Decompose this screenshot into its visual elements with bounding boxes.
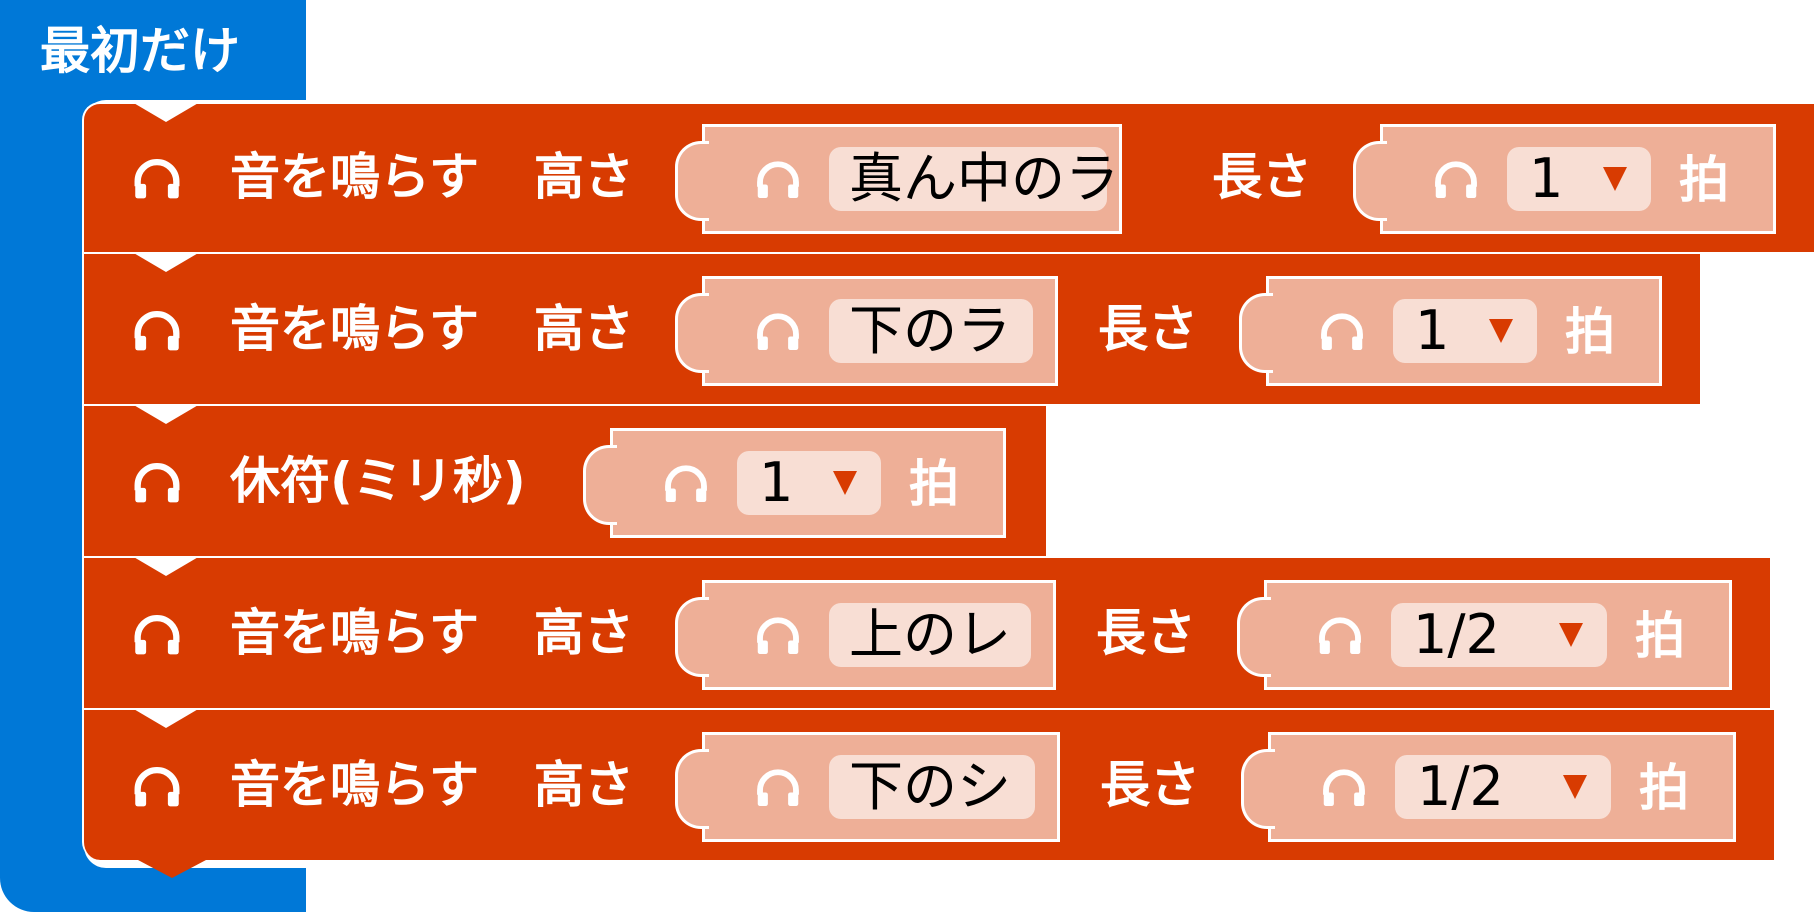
dropdown-arrow-icon[interactable] xyxy=(1489,319,1513,343)
headphones-icon xyxy=(757,769,799,806)
headphones-icon xyxy=(1435,161,1477,198)
block-label: 音を鳴らす xyxy=(230,756,479,814)
pitch-value: 下のラ xyxy=(849,299,1011,362)
pitch-reporter[interactable]: 下のシ xyxy=(675,732,1060,842)
length-dropdown[interactable]: 1 xyxy=(737,451,881,515)
beat-unit: 拍 xyxy=(1565,303,1615,361)
headphones-icon xyxy=(1319,617,1361,654)
pitch-value: 真ん中のラ xyxy=(849,147,1119,210)
length-value: 1/2 xyxy=(1417,755,1504,818)
block-label: 音を鳴らす xyxy=(230,604,479,662)
reporter-connector xyxy=(583,445,617,525)
pitch-label: 高さ xyxy=(534,604,634,662)
pitch-value-field[interactable]: 真ん中のラ xyxy=(829,147,1119,211)
headphones-icon xyxy=(134,463,180,503)
dropdown-arrow-icon[interactable] xyxy=(1603,167,1627,191)
pitch-label: 高さ xyxy=(534,300,634,358)
pitch-value-field[interactable]: 上のレ xyxy=(829,603,1031,667)
reporter-connector xyxy=(1353,141,1387,221)
headphones-icon xyxy=(134,615,180,655)
play-tone-block[interactable]: 音を鳴らす 高さ 真ん中のラ 長さ 1 拍 xyxy=(82,102,1814,252)
beat-unit: 拍 xyxy=(909,455,959,513)
headphones-icon xyxy=(1323,769,1365,806)
length-label: 長さ xyxy=(1100,756,1200,814)
block-notch xyxy=(132,102,200,122)
pitch-label: 高さ xyxy=(534,756,634,814)
dropdown-arrow-icon[interactable] xyxy=(833,471,857,495)
pitch-value-field[interactable]: 下のシ xyxy=(829,755,1035,819)
headphones-icon xyxy=(757,161,799,198)
reporter-connector xyxy=(1239,293,1273,373)
pitch-value-field[interactable]: 下のラ xyxy=(829,299,1033,363)
beat-unit: 拍 xyxy=(1679,151,1729,209)
length-dropdown[interactable]: 1/2 xyxy=(1395,755,1611,819)
dropdown-arrow-icon[interactable] xyxy=(1559,623,1583,647)
headphones-icon xyxy=(757,313,799,350)
length-dropdown[interactable]: 1/2 xyxy=(1391,603,1607,667)
on-start-block-title: 最初だけ xyxy=(40,22,240,80)
length-dropdown[interactable]: 1 xyxy=(1507,147,1651,211)
reporter-connector xyxy=(675,749,709,829)
pitch-reporter[interactable]: 下のラ xyxy=(675,276,1058,386)
reporter-connector xyxy=(1237,597,1271,677)
headphones-icon xyxy=(134,311,180,351)
block-notch xyxy=(132,252,200,272)
reporter-connector xyxy=(675,293,709,373)
beat-unit: 拍 xyxy=(1635,607,1685,665)
block-notch xyxy=(132,404,200,424)
headphones-icon xyxy=(134,159,180,199)
rest-block[interactable]: 休符(ミリ秒) 1 拍 xyxy=(82,404,1046,556)
block-notch xyxy=(132,708,200,728)
block-label: 音を鳴らす xyxy=(230,148,479,206)
length-reporter[interactable]: 1/2 拍 xyxy=(1237,580,1732,690)
pitch-reporter[interactable]: 真ん中のラ xyxy=(675,124,1122,234)
reporter-connector xyxy=(675,141,709,221)
length-reporter[interactable]: 1 拍 xyxy=(583,428,1006,538)
block-notch xyxy=(132,556,200,576)
length-value: 1 xyxy=(1529,147,1564,210)
headphones-icon xyxy=(757,617,799,654)
pitch-value: 上のレ xyxy=(849,603,1011,666)
length-reporter[interactable]: 1/2 拍 xyxy=(1241,732,1736,842)
block-bottom-tab xyxy=(138,860,206,878)
beat-unit: 拍 xyxy=(1639,759,1689,817)
length-value: 1 xyxy=(759,451,794,514)
play-tone-block[interactable]: 音を鳴らす 高さ 下のラ 長さ 1 拍 xyxy=(82,252,1700,404)
length-label: 長さ xyxy=(1096,604,1196,662)
length-dropdown[interactable]: 1 xyxy=(1393,299,1537,363)
headphones-icon xyxy=(1321,313,1363,350)
length-reporter[interactable]: 1 拍 xyxy=(1239,276,1662,386)
headphones-icon xyxy=(134,767,180,807)
block-label: 音を鳴らす xyxy=(230,300,479,358)
pitch-label: 高さ xyxy=(534,148,634,206)
play-tone-block[interactable]: 音を鳴らす 高さ 上のレ 長さ 1/2 拍 xyxy=(82,556,1770,708)
dropdown-arrow-icon[interactable] xyxy=(1563,775,1587,799)
length-value: 1 xyxy=(1415,299,1450,362)
length-reporter[interactable]: 1 拍 xyxy=(1353,124,1776,234)
length-label: 長さ xyxy=(1098,300,1198,358)
reporter-connector xyxy=(1241,749,1275,829)
length-value: 1/2 xyxy=(1413,603,1500,666)
block-label: 休符(ミリ秒) xyxy=(230,452,526,510)
pitch-reporter[interactable]: 上のレ xyxy=(675,580,1056,690)
reporter-connector xyxy=(675,597,709,677)
pitch-value: 下のシ xyxy=(849,755,1011,818)
length-label: 長さ xyxy=(1212,148,1312,206)
headphones-icon xyxy=(665,465,707,502)
play-tone-block[interactable]: 音を鳴らす 高さ 下のシ 長さ 1/2 拍 xyxy=(82,708,1774,860)
